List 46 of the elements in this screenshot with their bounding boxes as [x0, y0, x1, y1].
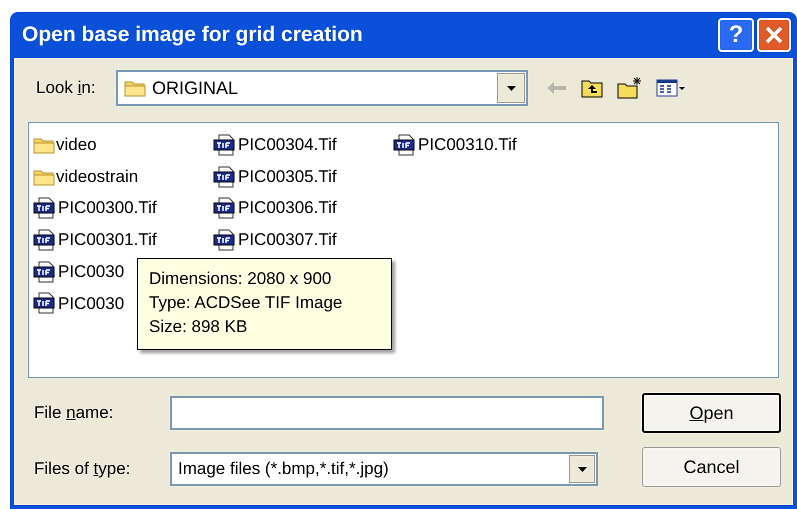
file-item[interactable]: PIC00305.Tif — [213, 160, 337, 192]
folder-icon — [33, 136, 55, 154]
cancel-button[interactable]: Cancel — [642, 447, 781, 487]
look-in-dropdown[interactable]: ORIGINAL — [116, 70, 528, 106]
tooltip-line: Dimensions: 2080 x 900 — [149, 268, 332, 290]
file-item[interactable]: PIC00310.Tif — [393, 129, 517, 161]
help-button[interactable]: ? — [718, 18, 754, 52]
image-file-icon — [213, 228, 237, 251]
image-file-icon — [213, 134, 237, 156]
file-item[interactable]: video — [33, 129, 97, 161]
image-file-icon — [393, 134, 417, 156]
folder-icon — [33, 168, 55, 186]
image-file-icon — [213, 197, 237, 220]
folder-icon — [124, 79, 146, 97]
file-type-dropdown[interactable]: Image files (*.bmp,*.tif,*.jpg) — [170, 452, 598, 486]
file-name-label: File name: — [33, 402, 114, 424]
caret-icon — [506, 86, 516, 90]
close-icon — [764, 25, 784, 45]
image-file-icon — [33, 260, 57, 283]
file-name-field[interactable] — [170, 396, 604, 430]
look-in-label: Look in: — [35, 77, 97, 100]
open-button[interactable]: Open — [642, 393, 781, 433]
file-item[interactable]: PIC00306.Tif — [213, 192, 337, 224]
image-file-icon — [33, 197, 57, 220]
tooltip-line: Size: 898 KB — [149, 316, 248, 338]
image-file-icon — [213, 166, 237, 188]
file-item[interactable]: PIC0030 — [33, 287, 124, 320]
tooltip-line: Type: ACDSee TIF Image — [149, 292, 344, 314]
file-item[interactable]: PIC0030 — [33, 256, 124, 288]
image-file-icon — [33, 292, 57, 314]
file-item[interactable]: PIC00307.Tif — [213, 224, 337, 256]
file-type-label: Files of type: — [33, 458, 132, 480]
file-item[interactable]: PIC00304.Tif — [213, 129, 337, 161]
image-file-icon — [33, 228, 57, 251]
file-item[interactable]: PIC00301.Tif — [33, 224, 157, 256]
file-item[interactable]: videostrain — [33, 160, 138, 192]
look-in-value: ORIGINAL — [152, 76, 240, 100]
dropdown-button[interactable] — [497, 73, 525, 103]
dropdown-button[interactable] — [569, 455, 595, 483]
close-button[interactable] — [757, 18, 791, 52]
new-folder-icon[interactable] — [616, 76, 644, 100]
file-item[interactable]: PIC00300.Tif — [33, 192, 157, 224]
file-type-value: Image files (*.bmp,*.tif,*.jpg) — [178, 458, 390, 480]
view-menu-icon[interactable] — [656, 78, 686, 98]
window-title: Open base image for grid creation — [22, 22, 364, 48]
caret-icon — [578, 466, 586, 472]
